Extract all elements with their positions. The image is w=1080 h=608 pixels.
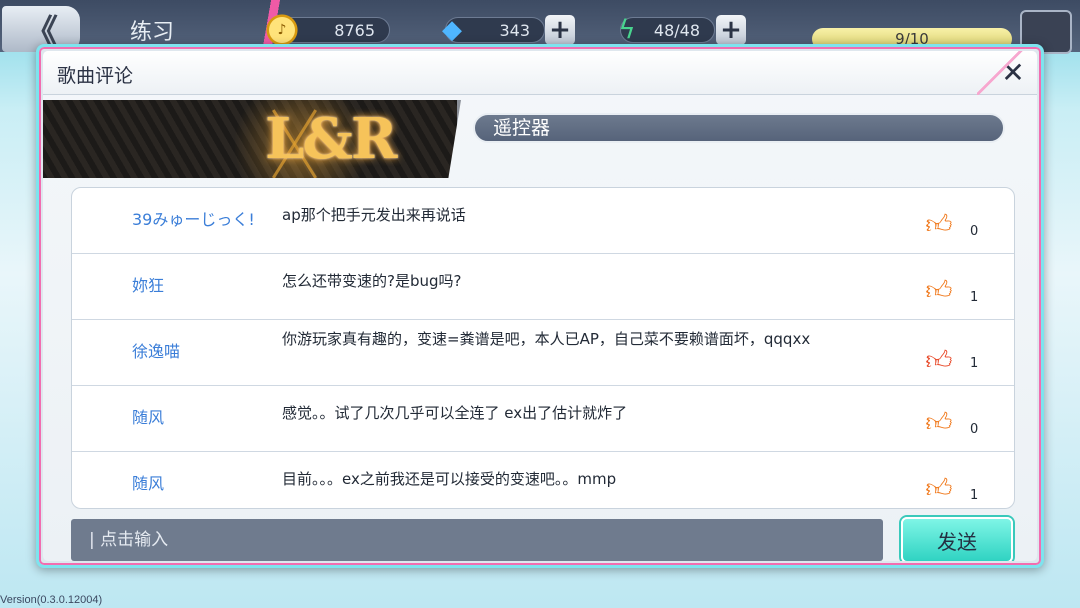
like-count: 0 — [970, 224, 979, 239]
comment-row: 随风 目前。。。ex之前我还是可以接受的变速吧。。mmp 👍︎ 1 — [72, 452, 1014, 508]
comment-username[interactable]: 随风 — [132, 404, 164, 428]
add-gems-button[interactable]: + — [545, 15, 575, 45]
send-button[interactable]: 发送 — [901, 517, 1013, 561]
coin-counter: ♪ 8765 — [264, 12, 390, 48]
thumbs-up-icon[interactable]: 👍︎ — [924, 408, 954, 438]
thumbs-up-icon[interactable]: 👍︎ — [924, 276, 954, 306]
song-comments-dialog: 歌曲评论 ✕ L&R 遥控器 39みゅーじっく! ap那个把手元发出来再说话 👍… — [36, 44, 1044, 568]
song-name: 遥控器 — [473, 113, 1005, 143]
lightning-icon: ϟ — [618, 15, 636, 45]
energy-value: 48/48 — [653, 20, 700, 40]
like-count: 0 — [970, 422, 979, 437]
comment-username[interactable]: 随风 — [132, 470, 164, 494]
thumbs-up-icon[interactable]: 👍︎ — [924, 474, 954, 504]
comment-username[interactable]: 徐逸喵 — [132, 338, 180, 362]
like-count: 1 — [970, 356, 979, 371]
comment-text: ap那个把手元发出来再说话 — [282, 206, 466, 224]
coin-value: 8765 — [334, 20, 375, 40]
coin-icon: ♪ — [264, 12, 300, 48]
comment-text: 你游玩家真有趣的，变速=粪谱是吧，本人已AP，自己菜不要赖谱面坏，qqqxx — [282, 330, 811, 348]
song-logo: L&R — [265, 106, 397, 172]
gem-value: 343 — [499, 20, 530, 40]
like-count: 1 — [970, 290, 979, 305]
song-banner: L&R — [43, 100, 461, 178]
add-energy-button[interactable]: + — [716, 15, 746, 45]
diamond-icon: ◆ — [442, 15, 462, 45]
comment-row: 随风 感觉。。试了几次几乎可以全连了 ex出了估计就炸了 👍︎ 0 — [72, 386, 1014, 452]
dialog-body: 歌曲评论 ✕ L&R 遥控器 39みゅーじっく! ap那个把手元发出来再说话 👍… — [43, 51, 1037, 561]
comment-row: 39みゅーじっく! ap那个把手元发出来再说话 👍︎ 0 — [72, 188, 1014, 254]
comment-text: 目前。。。ex之前我还是可以接受的变速吧。。mmp — [282, 470, 617, 488]
energy-counter: ϟ 48/48 — [618, 15, 715, 45]
comment-text: 感觉。。试了几次几乎可以全连了 ex出了估计就炸了 — [282, 404, 628, 422]
like-count: 1 — [970, 488, 979, 503]
dialog-title: 歌曲评论 — [57, 65, 134, 87]
comment-username[interactable]: 妳狂 — [132, 272, 164, 296]
thumbs-up-filled-icon[interactable]: 👍︎ — [924, 346, 954, 376]
version-label: Version(0.3.0.12004) — [0, 594, 103, 606]
comment-username[interactable]: 39みゅーじっく! — [132, 206, 255, 230]
comment-row: 徐逸喵 你游玩家真有趣的，变速=粪谱是吧，本人已AP，自己菜不要赖谱面坏，qqq… — [72, 320, 1014, 386]
comment-row: 妳狂 怎么还带变速的?是bug吗? 👍︎ 1 — [72, 254, 1014, 320]
close-icon[interactable]: ✕ — [997, 57, 1029, 89]
comment-list[interactable]: 39みゅーじっく! ap那个把手元发出来再说话 👍︎ 0 妳狂 怎么还带变速的?… — [71, 187, 1015, 509]
comment-input[interactable] — [71, 519, 883, 561]
comment-text: 怎么还带变速的?是bug吗? — [282, 272, 462, 290]
dialog-header: 歌曲评论 ✕ — [43, 51, 1037, 95]
screen-title: 练习 — [130, 20, 175, 45]
gem-counter: ◆ 343 — [442, 15, 545, 45]
thumbs-up-icon[interactable]: 👍︎ — [924, 210, 954, 240]
